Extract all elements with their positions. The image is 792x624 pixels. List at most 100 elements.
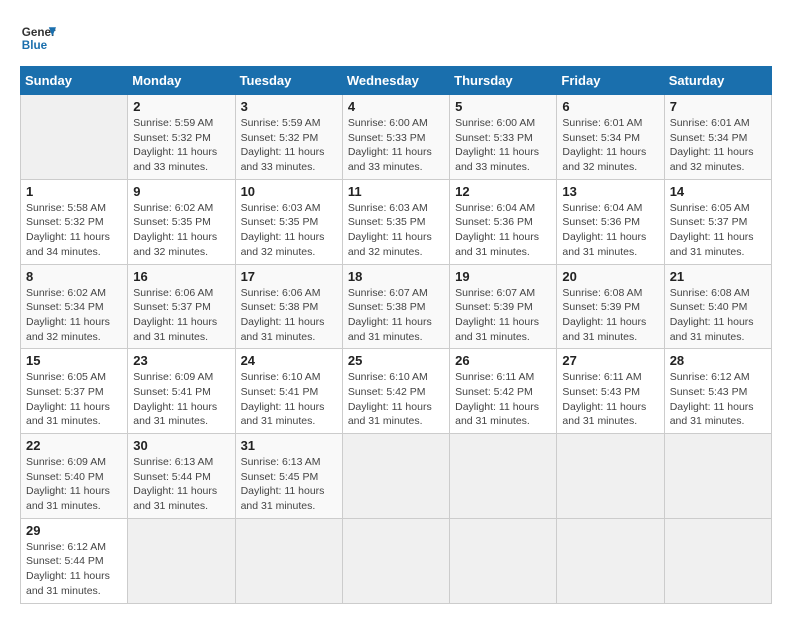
day-number: 29 [26, 523, 122, 538]
calendar-cell: 6 Sunrise: 6:01 AMSunset: 5:34 PMDaylight… [557, 95, 664, 180]
calendar-cell: 10Sunrise: 6:03 AMSunset: 5:35 PMDayligh… [235, 179, 342, 264]
calendar-cell: 8 Sunrise: 6:02 AMSunset: 5:34 PMDaylight… [21, 264, 128, 349]
day-info: Sunrise: 6:11 AMSunset: 5:43 PMDaylight:… [562, 370, 658, 429]
empty-cell [557, 434, 664, 519]
day-info: Sunrise: 6:01 AMSunset: 5:34 PMDaylight:… [670, 116, 766, 175]
day-number: 9 [133, 184, 229, 199]
day-number: 19 [455, 269, 551, 284]
day-number: 20 [562, 269, 658, 284]
day-number: 4 [348, 99, 444, 114]
day-info: Sunrise: 6:04 AMSunset: 5:36 PMDaylight:… [455, 201, 551, 260]
day-number: 18 [348, 269, 444, 284]
day-number: 8 [26, 269, 122, 284]
calendar-cell: 23Sunrise: 6:09 AMSunset: 5:41 PMDayligh… [128, 349, 235, 434]
calendar-cell: 16Sunrise: 6:06 AMSunset: 5:37 PMDayligh… [128, 264, 235, 349]
day-info: Sunrise: 6:07 AMSunset: 5:38 PMDaylight:… [348, 286, 444, 345]
calendar-cell: 30 Sunrise: 6:13 AMSunset: 5:44 PMDayligh… [128, 434, 235, 519]
empty-cell [664, 434, 771, 519]
day-info: Sunrise: 6:05 AMSunset: 5:37 PMDaylight:… [26, 370, 122, 429]
column-header-thursday: Thursday [450, 67, 557, 95]
day-info: Sunrise: 6:13 AMSunset: 5:45 PMDaylight:… [241, 455, 337, 514]
day-info: Sunrise: 6:04 AMSunset: 5:36 PMDaylight:… [562, 201, 658, 260]
day-number: 13 [562, 184, 658, 199]
empty-cell [342, 518, 449, 603]
day-info: Sunrise: 6:03 AMSunset: 5:35 PMDaylight:… [241, 201, 337, 260]
calendar-row-5: 22Sunrise: 6:09 AMSunset: 5:40 PMDayligh… [21, 434, 772, 519]
calendar-cell: 12 Sunrise: 6:04 AMSunset: 5:36 PMDayligh… [450, 179, 557, 264]
calendar-cell: 2 Sunrise: 5:59 AMSunset: 5:32 PMDaylight… [128, 95, 235, 180]
calendar-cell: 5 Sunrise: 6:00 AMSunset: 5:33 PMDaylight… [450, 95, 557, 180]
day-number: 31 [241, 438, 337, 453]
day-number: 25 [348, 353, 444, 368]
calendar-cell: 21 Sunrise: 6:08 AMSunset: 5:40 PMDayligh… [664, 264, 771, 349]
day-info: Sunrise: 6:10 AMSunset: 5:41 PMDaylight:… [241, 370, 337, 429]
calendar-table: SundayMondayTuesdayWednesdayThursdayFrid… [20, 66, 772, 604]
column-header-wednesday: Wednesday [342, 67, 449, 95]
empty-cell [557, 518, 664, 603]
day-info: Sunrise: 6:02 AMSunset: 5:35 PMDaylight:… [133, 201, 229, 260]
day-info: Sunrise: 6:02 AMSunset: 5:34 PMDaylight:… [26, 286, 122, 345]
calendar-row-2: 1 Sunrise: 5:58 AMSunset: 5:32 PMDaylight… [21, 179, 772, 264]
day-info: Sunrise: 6:08 AMSunset: 5:40 PMDaylight:… [670, 286, 766, 345]
day-info: Sunrise: 6:12 AMSunset: 5:43 PMDaylight:… [670, 370, 766, 429]
calendar-cell: 26 Sunrise: 6:11 AMSunset: 5:42 PMDayligh… [450, 349, 557, 434]
day-number: 16 [133, 269, 229, 284]
calendar-cell: 24 Sunrise: 6:10 AMSunset: 5:41 PMDayligh… [235, 349, 342, 434]
calendar-cell: 28 Sunrise: 6:12 AMSunset: 5:43 PMDayligh… [664, 349, 771, 434]
calendar-cell: 7 Sunrise: 6:01 AMSunset: 5:34 PMDaylight… [664, 95, 771, 180]
day-number: 24 [241, 353, 337, 368]
day-number: 30 [133, 438, 229, 453]
day-info: Sunrise: 5:59 AMSunset: 5:32 PMDaylight:… [133, 116, 229, 175]
day-info: Sunrise: 6:12 AMSunset: 5:44 PMDaylight:… [26, 540, 122, 599]
calendar-cell: 4Sunrise: 6:00 AMSunset: 5:33 PMDaylight… [342, 95, 449, 180]
calendar-cell: 11 Sunrise: 6:03 AMSunset: 5:35 PMDayligh… [342, 179, 449, 264]
day-number: 6 [562, 99, 658, 114]
calendar-row-6: 29 Sunrise: 6:12 AMSunset: 5:44 PMDayligh… [21, 518, 772, 603]
day-info: Sunrise: 6:05 AMSunset: 5:37 PMDaylight:… [670, 201, 766, 260]
calendar-cell: 19 Sunrise: 6:07 AMSunset: 5:39 PMDayligh… [450, 264, 557, 349]
empty-cell [128, 518, 235, 603]
calendar-cell: 25Sunrise: 6:10 AMSunset: 5:42 PMDayligh… [342, 349, 449, 434]
calendar-cell: 18 Sunrise: 6:07 AMSunset: 5:38 PMDayligh… [342, 264, 449, 349]
header-row: SundayMondayTuesdayWednesdayThursdayFrid… [21, 67, 772, 95]
day-number: 26 [455, 353, 551, 368]
day-info: Sunrise: 6:00 AMSunset: 5:33 PMDaylight:… [455, 116, 551, 175]
calendar-cell: 31 Sunrise: 6:13 AMSunset: 5:45 PMDayligh… [235, 434, 342, 519]
day-number: 3 [241, 99, 337, 114]
day-number: 11 [348, 184, 444, 199]
column-header-friday: Friday [557, 67, 664, 95]
empty-cell [664, 518, 771, 603]
day-number: 22 [26, 438, 122, 453]
day-info: Sunrise: 6:07 AMSunset: 5:39 PMDaylight:… [455, 286, 551, 345]
day-number: 7 [670, 99, 766, 114]
calendar-cell: 9 Sunrise: 6:02 AMSunset: 5:35 PMDaylight… [128, 179, 235, 264]
logo-icon: General Blue [20, 20, 56, 56]
calendar-cell: 20 Sunrise: 6:08 AMSunset: 5:39 PMDayligh… [557, 264, 664, 349]
calendar-cell: 3Sunrise: 5:59 AMSunset: 5:32 PMDaylight… [235, 95, 342, 180]
calendar-row-3: 8 Sunrise: 6:02 AMSunset: 5:34 PMDaylight… [21, 264, 772, 349]
calendar-cell: 22Sunrise: 6:09 AMSunset: 5:40 PMDayligh… [21, 434, 128, 519]
day-number: 14 [670, 184, 766, 199]
svg-text:Blue: Blue [22, 39, 48, 52]
day-number: 15 [26, 353, 122, 368]
day-number: 2 [133, 99, 229, 114]
day-info: Sunrise: 6:03 AMSunset: 5:35 PMDaylight:… [348, 201, 444, 260]
calendar-cell: 1 Sunrise: 5:58 AMSunset: 5:32 PMDaylight… [21, 179, 128, 264]
day-number: 5 [455, 99, 551, 114]
day-number: 28 [670, 353, 766, 368]
day-info: Sunrise: 6:13 AMSunset: 5:44 PMDaylight:… [133, 455, 229, 514]
empty-cell [21, 95, 128, 180]
empty-cell [342, 434, 449, 519]
day-number: 12 [455, 184, 551, 199]
calendar-cell: 27Sunrise: 6:11 AMSunset: 5:43 PMDayligh… [557, 349, 664, 434]
day-info: Sunrise: 6:08 AMSunset: 5:39 PMDaylight:… [562, 286, 658, 345]
empty-cell [235, 518, 342, 603]
calendar-row-1: 2 Sunrise: 5:59 AMSunset: 5:32 PMDaylight… [21, 95, 772, 180]
day-number: 1 [26, 184, 122, 199]
column-header-sunday: Sunday [21, 67, 128, 95]
day-number: 21 [670, 269, 766, 284]
day-info: Sunrise: 6:01 AMSunset: 5:34 PMDaylight:… [562, 116, 658, 175]
day-info: Sunrise: 5:58 AMSunset: 5:32 PMDaylight:… [26, 201, 122, 260]
logo: General Blue [20, 20, 56, 56]
day-info: Sunrise: 6:11 AMSunset: 5:42 PMDaylight:… [455, 370, 551, 429]
